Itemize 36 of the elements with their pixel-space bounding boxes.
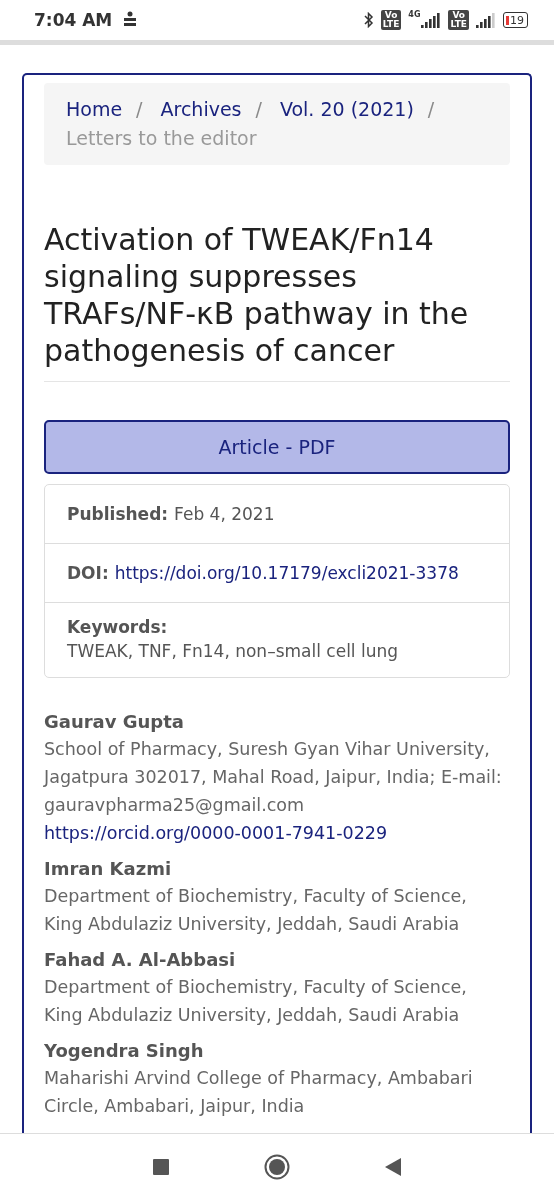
author-affiliation: School of Pharmacy, Suresh Gyan Vihar University, Jagatpura 302017, Mahal Road, Jaipur, India; E-mail: gauravpharma25@gmail.com: [44, 738, 503, 817]
author-name: Yogendra Singh: [44, 1039, 205, 1063]
breadcrumb-link[interactable]: Vol. 20 (2021): [279, 95, 414, 124]
bluetooth-icon: [363, 12, 374, 28]
signal-icon: [476, 12, 496, 28]
emblem-icon: [123, 11, 138, 29]
back-icon[interactable]: [384, 1157, 402, 1177]
breadcrumb-separator: /: [427, 97, 435, 122]
home-icon[interactable]: [264, 1154, 290, 1180]
detail-label: DOI:: [67, 563, 109, 583]
article-title: Activation of TWEAK/Fn14 signaling suppresses TRAFs/NF-κB pathway in the pathogenesis of cancer: [44, 221, 470, 369]
volte-badge: Vo LTE: [448, 10, 469, 30]
volte-badge: Vo LTE: [380, 10, 402, 30]
network-label: 4G: [408, 10, 421, 19]
breadcrumb-current: Letters to the editor: [66, 126, 257, 151]
author-name: Fahad A. Al-Abbasi: [44, 948, 237, 972]
orcid-link[interactable]: https://orcid.org/0000-0001-7941-0229: [44, 819, 510, 847]
breadcrumb-link[interactable]: Home: [66, 95, 123, 124]
detail-value: Feb 4, 2021: [174, 504, 275, 524]
author-name: Gaurav Gupta: [44, 710, 185, 734]
detail-value: TWEAK, TNF, Fn14, non–small cell lung: [67, 641, 399, 661]
doi-link[interactable]: https://doi.org/10.17179/excli2021-3378: [114, 563, 459, 583]
pdf-button[interactable]: Article - PDF: [44, 420, 510, 474]
battery-indicator: 19: [503, 12, 528, 28]
breadcrumb-separator: /: [255, 97, 262, 122]
author-affiliation: Department of Biochemistry, Faculty of Science, King Abdulaziz University, Jeddah, Saudi Arabia: [44, 885, 468, 936]
detail-label: Published:: [67, 504, 169, 524]
author-affiliation: Maharishi Arvind College of Pharmacy, Ambabari Circle, Ambabari, Jaipur, India: [44, 1067, 474, 1118]
status-time: 7:04 AM: [34, 10, 113, 30]
recents-icon[interactable]: [152, 1158, 170, 1176]
breadcrumb-link[interactable]: Archives: [160, 95, 242, 124]
author-affiliation: Department of Biochemistry, Faculty of Science, King Abdulaziz University, Jeddah, Saudi Arabia: [44, 976, 468, 1027]
detail-label: Keywords:: [67, 617, 168, 637]
signal-icon: [421, 12, 442, 28]
breadcrumb-separator: /: [136, 97, 143, 122]
author-name: Imran Kazmi: [44, 857, 173, 881]
